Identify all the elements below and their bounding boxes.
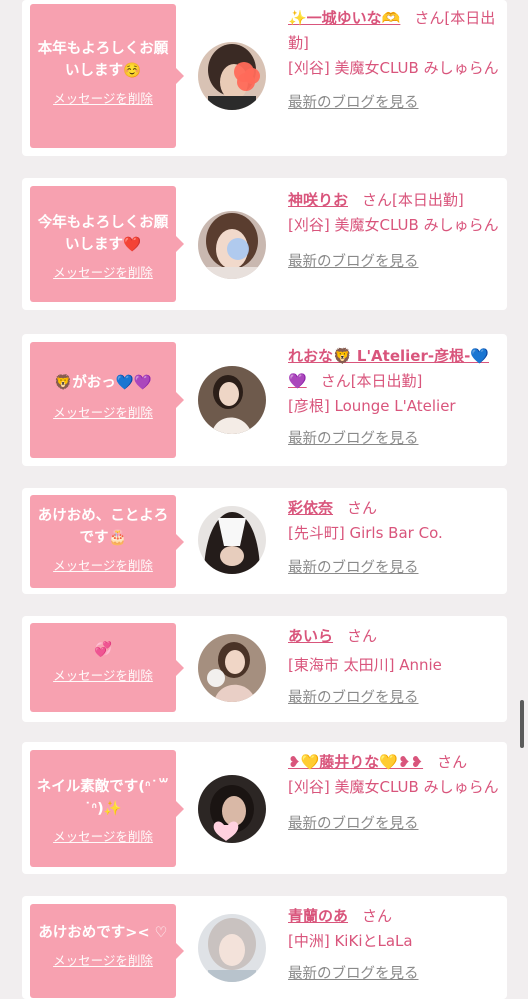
sender-name-link[interactable]: 神咲りお	[288, 191, 348, 209]
message-text: 本年もよろしくお願いします☺️	[37, 41, 169, 79]
sender-suffix: さん	[347, 499, 378, 517]
message-bubble: 🦁がおっ💙💜 メッセージを削除	[30, 342, 184, 458]
shop-name: [刈谷] 美魔女CLUB みしゅらん	[288, 216, 499, 234]
avatar[interactable]	[198, 914, 266, 982]
message-card: ネイル素敵です(ᐢ˙꒳˙ᐢ)✨ メッセージを削除 ❥💛藤井りな💛❥❥ さん [刈谷…	[22, 742, 507, 874]
message-card: 今年もよろしくお願いします❤️ メッセージを削除 神咲りお さん[本日出勤] [刈…	[22, 178, 507, 310]
shop-name: [刈谷] 美魔女CLUB みしゅらん	[288, 778, 499, 796]
sender-name-link[interactable]: 青蘭のあ	[288, 907, 348, 925]
message-text: 💞	[93, 642, 113, 658]
avatar[interactable]	[198, 211, 266, 279]
sender-suffix: さん	[347, 627, 378, 645]
sender-name-link[interactable]: あいら	[288, 627, 333, 645]
avatar-photo-woman-icon	[198, 634, 266, 702]
delete-message-link[interactable]: メッセージを削除	[30, 555, 176, 574]
message-bubble: 本年もよろしくお願いします☺️ メッセージを削除	[30, 4, 184, 148]
sender-info: ✨一城ゆいな🫶 さん[本日出勤] [刈谷] 美魔女CLUB みしゅらん 最新のブロ…	[288, 6, 503, 112]
avatar-photo-woman-hidden-icon	[198, 506, 266, 574]
message-bubble: 💞 メッセージを削除	[30, 623, 184, 712]
latest-blog-link[interactable]: 最新のブログを見る	[288, 812, 503, 833]
sender-info: 青蘭のあ さん [中洲] KiKiとLaLa 最新のブログを見る	[288, 904, 503, 983]
latest-blog-link[interactable]: 最新のブログを見る	[288, 427, 503, 448]
message-card: あけおめ、ことよろです🎂 メッセージを削除 彩依奈 さん [先斗町] Girls …	[22, 488, 507, 594]
message-bubble: あけおめです>< ♡ メッセージを削除	[30, 904, 184, 998]
message-card: 🦁がおっ💙💜 メッセージを削除 れおな🦁 L'Atelier-彦根-💙💜 さん[本…	[22, 334, 507, 466]
message-card: 💞 メッセージを削除 あいら さん [東海市 太田川] Annie 最新のブログを…	[22, 616, 507, 722]
delete-message-link[interactable]: メッセージを削除	[30, 950, 176, 969]
shop-name: [彦根] Lounge L'Atelier	[288, 397, 456, 415]
shop-name: [東海市 太田川] Annie	[288, 656, 442, 674]
sender-info: ❥💛藤井りな💛❥❥ さん [刈谷] 美魔女CLUB みしゅらん 最新のブログを見る	[288, 750, 503, 833]
message-card: あけおめです>< ♡ メッセージを削除 青蘭のあ さん [中洲] KiKiとLaL…	[22, 896, 507, 999]
message-text: あけおめ、ことよろです🎂	[37, 508, 169, 546]
scrollbar[interactable]	[520, 700, 524, 748]
sender-info: れおな🦁 L'Atelier-彦根-💙💜 さん[本日出勤] [彦根] Lounge…	[288, 344, 503, 448]
shop-name: [中洲] KiKiとLaLa	[288, 932, 413, 950]
message-text: 🦁がおっ💙💜	[54, 375, 152, 391]
delete-message-link[interactable]: メッセージを削除	[30, 262, 176, 281]
sender-suffix: さん	[362, 907, 393, 925]
sender-suffix: さん[本日出勤]	[362, 191, 464, 209]
latest-blog-link[interactable]: 最新のブログを見る	[288, 91, 503, 112]
avatar[interactable]	[198, 42, 266, 110]
sender-suffix: さん[本日出勤]	[320, 372, 423, 390]
avatar-photo-woman-heart-icon	[198, 775, 266, 843]
avatar[interactable]	[198, 506, 266, 574]
message-bubble: あけおめ、ことよろです🎂 メッセージを削除	[30, 495, 184, 588]
shop-name: [刈谷] 美魔女CLUB みしゅらん	[288, 59, 499, 77]
message-text: 今年もよろしくお願いします❤️	[37, 215, 169, 253]
message-list: 本年もよろしくお願いします☺️ メッセージを削除 ✨一城ゆいな🫶 さん[本日出勤]…	[0, 0, 528, 999]
sender-info: 神咲りお さん[本日出勤] [刈谷] 美魔女CLUB みしゅらん 最新のブログを見…	[288, 188, 503, 271]
message-text: あけおめです>< ♡	[38, 925, 168, 941]
avatar-photo-woman-blurred-icon	[198, 211, 266, 279]
sender-info: あいら さん [東海市 太田川] Annie 最新のブログを見る	[288, 624, 503, 707]
latest-blog-link[interactable]: 最新のブログを見る	[288, 962, 503, 983]
shop-name: [先斗町] Girls Bar Co.	[288, 524, 443, 542]
delete-message-link[interactable]: メッセージを削除	[30, 88, 176, 107]
sender-name-link[interactable]: 彩依奈	[288, 499, 333, 517]
avatar-photo-woman-icon	[198, 366, 266, 434]
delete-message-link[interactable]: メッセージを削除	[30, 826, 176, 845]
avatar[interactable]	[198, 366, 266, 434]
latest-blog-link[interactable]: 最新のブログを見る	[288, 556, 503, 577]
message-text: ネイル素敵です(ᐢ˙꒳˙ᐢ)✨	[36, 779, 170, 817]
avatar[interactable]	[198, 634, 266, 702]
sender-info: 彩依奈 さん [先斗町] Girls Bar Co. 最新のブログを見る	[288, 496, 503, 577]
sender-suffix: さん	[437, 753, 468, 771]
delete-message-link[interactable]: メッセージを削除	[30, 402, 176, 421]
message-card: 本年もよろしくお願いします☺️ メッセージを削除 ✨一城ゆいな🫶 さん[本日出勤]…	[22, 0, 507, 156]
message-bubble: 今年もよろしくお願いします❤️ メッセージを削除	[30, 186, 184, 302]
sender-name-link[interactable]: ❥💛藤井りな💛❥❥	[288, 753, 423, 771]
avatar[interactable]	[198, 775, 266, 843]
latest-blog-link[interactable]: 最新のブログを見る	[288, 250, 503, 271]
latest-blog-link[interactable]: 最新のブログを見る	[288, 686, 503, 707]
sender-name-link[interactable]: ✨一城ゆいな🫶	[288, 9, 400, 27]
avatar-photo-woman-icon	[198, 914, 266, 982]
avatar-photo-woman-blurred-icon	[198, 42, 266, 110]
delete-message-link[interactable]: メッセージを削除	[30, 665, 176, 684]
message-bubble: ネイル素敵です(ᐢ˙꒳˙ᐢ)✨ メッセージを削除	[30, 750, 184, 867]
